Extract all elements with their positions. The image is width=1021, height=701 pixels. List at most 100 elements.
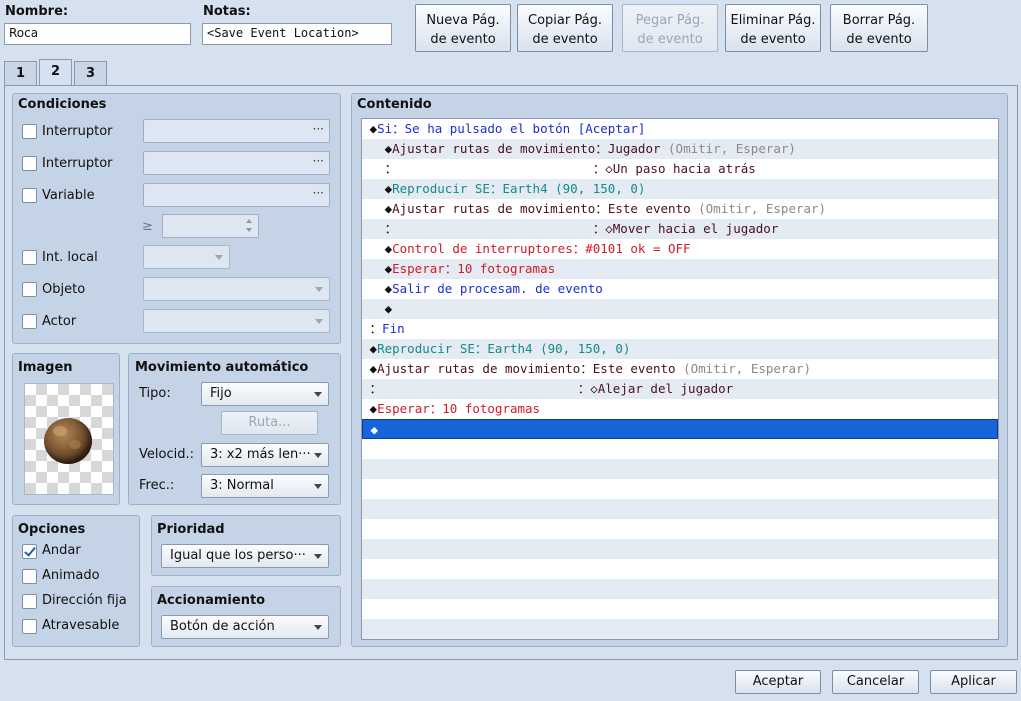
command-row[interactable]: ◆Esperar：10 fotogramas — [362, 259, 998, 279]
command-row-empty[interactable] — [362, 539, 998, 559]
command-row-empty[interactable] — [362, 599, 998, 619]
command-text: Reproducir SE：Earth4 (90, 150, 0) — [392, 181, 646, 196]
command-text: ： — [384, 221, 398, 236]
command-row-empty[interactable] — [362, 619, 998, 639]
command-row-empty[interactable] — [362, 579, 998, 599]
command-row[interactable]: ◆Reproducir SE：Earth4 (90, 150, 0) — [362, 179, 998, 199]
variable-checkbox[interactable] — [22, 188, 37, 203]
command-text: ◆ — [370, 422, 379, 437]
clear-page-button[interactable]: Borrar Pág. de evento — [830, 4, 928, 52]
command-row[interactable]: ◆Esperar：10 fotogramas — [362, 399, 998, 419]
command-text: (Omitir, Esperar) — [690, 201, 827, 216]
command-row[interactable]: ： ：◇Un paso hacia atrás — [362, 159, 998, 179]
command-row[interactable]: ◆Si：Se ha pulsado el botón [Aceptar] — [362, 119, 998, 139]
switch2-label: Interruptor — [42, 156, 113, 171]
priority-title: Prioridad — [157, 522, 225, 537]
command-row[interactable]: ： ：◇Mover hacia el jugador — [362, 219, 998, 239]
trigger-title: Accionamiento — [157, 593, 266, 608]
direction-fix-checkbox[interactable] — [22, 594, 37, 609]
self-switch-select[interactable] — [143, 245, 230, 269]
route-button[interactable]: Ruta... — [221, 411, 318, 435]
command-row[interactable]: ◆Ajustar rutas de movimiento：Este evento… — [362, 359, 998, 379]
command-row[interactable]: ◆Salir de procesam. de evento — [362, 279, 998, 299]
command-text: ◆ — [384, 141, 393, 156]
tab-page-3[interactable]: 3 — [74, 61, 107, 85]
variable-value-spinner[interactable] — [162, 214, 259, 238]
actor-checkbox[interactable] — [22, 314, 37, 329]
command-row[interactable]: ◆Ajustar rutas de movimiento：Este evento… — [362, 199, 998, 219]
tab-page-1[interactable]: 1 — [4, 61, 37, 85]
command-text: ：◇Un paso hacia atrás — [397, 161, 756, 176]
paste-page-button[interactable]: Pegar Pág. de evento — [622, 4, 718, 52]
command-text: (Omitir, Esperar) — [675, 361, 812, 376]
spin-down-icon[interactable] — [246, 228, 252, 232]
chevron-down-icon — [215, 255, 223, 260]
command-row[interactable]: ◆ — [362, 419, 998, 439]
command-text: ◆ — [384, 201, 393, 216]
priority-select[interactable]: Igual que los perso··· — [161, 544, 329, 568]
spin-up-icon[interactable] — [246, 219, 252, 223]
variable-picker[interactable]: ··· — [143, 183, 330, 207]
switch1-picker[interactable]: ··· — [143, 119, 330, 143]
command-text: Este evento — [607, 201, 691, 216]
apply-button[interactable]: Aplicar — [930, 670, 1017, 694]
event-command-list[interactable]: ◆Si：Se ha pulsado el botón [Aceptar] ◆Aj… — [361, 118, 999, 640]
rock-sprite — [44, 418, 92, 464]
command-text: ◆ — [369, 341, 378, 356]
command-row[interactable]: ◆ — [362, 299, 998, 319]
switch2-checkbox[interactable] — [22, 156, 37, 171]
walking-label: Andar — [42, 543, 81, 558]
name-label: Nombre: — [5, 4, 69, 19]
command-row[interactable]: ◆Control de interruptores：#0101 ok = OFF — [362, 239, 998, 259]
item-select[interactable] — [143, 277, 330, 301]
switch1-label: Interruptor — [42, 124, 113, 139]
self-switch-label: Int. local — [42, 250, 98, 265]
through-checkbox[interactable] — [22, 619, 37, 634]
command-row-empty[interactable] — [362, 559, 998, 579]
switch2-picker[interactable]: ··· — [143, 151, 330, 175]
command-row[interactable]: ：Fin — [362, 319, 998, 339]
actor-label: Actor — [42, 314, 77, 329]
item-checkbox[interactable] — [22, 282, 37, 297]
command-row-empty[interactable] — [362, 519, 998, 539]
ok-button[interactable]: Aceptar — [735, 670, 821, 694]
autonomous-movement-title: Movimiento automático — [135, 360, 309, 375]
command-row-empty[interactable] — [362, 439, 998, 459]
command-text: Este evento — [592, 361, 676, 376]
frequency-select[interactable]: 3: Normal — [201, 474, 329, 498]
chevron-down-icon — [314, 484, 322, 489]
command-text: ◆ — [384, 261, 393, 276]
frequency-label: Frec.: — [139, 478, 175, 493]
command-row-empty[interactable] — [362, 459, 998, 479]
delete-page-button[interactable]: Eliminar Pág. de evento — [725, 4, 821, 52]
copy-page-button[interactable]: Copiar Pág. de evento — [517, 4, 613, 52]
stepping-checkbox[interactable] — [22, 569, 37, 584]
new-page-button[interactable]: Nueva Pág. de evento — [415, 4, 511, 52]
actor-select[interactable] — [143, 309, 330, 333]
command-text: Ajustar rutas de movimiento： — [392, 201, 608, 216]
chevron-down-icon — [315, 287, 323, 292]
image-title: Imagen — [18, 360, 73, 375]
self-switch-checkbox[interactable] — [22, 250, 37, 265]
speed-select[interactable]: 3: x2 más len··· — [201, 443, 329, 467]
command-row-empty[interactable] — [362, 479, 998, 499]
switch1-checkbox[interactable] — [22, 124, 37, 139]
command-text: Ajustar rutas de movimiento： — [392, 141, 608, 156]
command-row[interactable]: ◆Reproducir SE：Earth4 (90, 150, 0) — [362, 339, 998, 359]
cancel-button[interactable]: Cancelar — [832, 670, 919, 694]
trigger-select[interactable]: Botón de acción — [161, 615, 329, 639]
command-text: ◆ — [369, 361, 378, 376]
tab-page-2[interactable]: 2 — [39, 59, 72, 85]
ellipsis-icon: ··· — [312, 186, 324, 200]
command-row[interactable]: ： ：◇Alejar del jugador — [362, 379, 998, 399]
notes-input[interactable]: <Save Event Location> — [202, 23, 392, 45]
chevron-down-icon — [314, 453, 322, 458]
event-image[interactable] — [24, 383, 114, 495]
gte-symbol: ≥ — [142, 219, 153, 234]
command-text: ： — [369, 381, 383, 396]
name-input[interactable]: Roca — [4, 23, 191, 45]
command-row[interactable]: ◆Ajustar rutas de movimiento：Jugador (Om… — [362, 139, 998, 159]
walking-checkbox[interactable] — [22, 544, 37, 559]
type-select[interactable]: Fijo — [201, 382, 329, 406]
command-row-empty[interactable] — [362, 499, 998, 519]
